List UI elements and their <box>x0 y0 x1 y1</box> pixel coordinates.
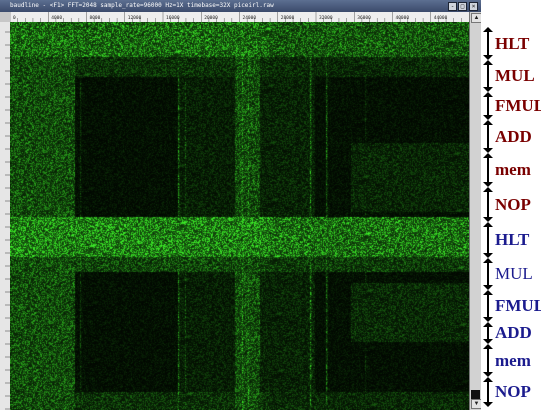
instruction-label-mul: MUL <box>495 264 533 283</box>
double-arrow-icon <box>483 322 493 344</box>
ruler-tick-label: 8000 <box>90 15 101 21</box>
double-arrow-icon <box>483 92 493 120</box>
double-arrow-icon <box>483 222 493 258</box>
maximize-button[interactable]: □ <box>458 2 467 11</box>
double-arrow-icon <box>483 258 493 290</box>
double-arrow-icon <box>483 187 493 222</box>
double-arrow-icon <box>483 153 493 187</box>
close-button[interactable]: × <box>469 2 478 11</box>
double-arrow-icon <box>483 27 493 60</box>
instruction-label-mul: MUL <box>495 66 535 85</box>
instruction-label-add: ADD <box>495 126 532 146</box>
instruction-label-mem: mem <box>495 160 531 179</box>
double-arrow-icon <box>483 60 493 92</box>
ruler-tick-label: 0 <box>13 15 16 21</box>
instruction-label-nop: NOP <box>495 382 531 401</box>
window-title: baudline - <F1> FFT=2048 sample_rate=960… <box>10 2 274 9</box>
instruction-label-hlt: HLT <box>495 33 530 53</box>
instruction-label-nop: NOP <box>495 194 531 214</box>
ruler-tick-label: 28000 <box>281 15 295 21</box>
spectrogram-window: baudline - <F1> FFT=2048 sample_rate=960… <box>0 0 482 410</box>
ruler-tick-label: 20000 <box>204 15 218 21</box>
instruction-label-mem: mem <box>495 350 531 370</box>
ruler-tick-label: 4000 <box>51 15 62 21</box>
double-arrow-icon <box>483 377 493 407</box>
ruler-tick-label: 40000 <box>396 15 410 21</box>
double-arrow-icon <box>483 290 493 322</box>
ruler-tick-label: 12000 <box>128 15 142 21</box>
ruler-tick-label: 16000 <box>166 15 180 21</box>
ruler-tick-label: 44000 <box>434 15 448 21</box>
double-arrow-icon <box>483 344 493 377</box>
title-bar[interactable]: baudline - <F1> FFT=2048 sample_rate=960… <box>0 0 481 12</box>
double-arrow-icon <box>483 120 493 153</box>
instruction-label-add: ADD <box>495 323 532 342</box>
ruler-tick-label: 24000 <box>243 15 257 21</box>
instruction-label-fmul: FMUL <box>495 96 541 115</box>
instruction-label-column: HLT MUL FMUL ADD mem NOP HLT MUL FMUL ADD mem NOP <box>481 0 541 410</box>
instruction-label-hlt: HLT <box>495 230 530 249</box>
minimize-button[interactable]: - <box>448 2 457 11</box>
ruler-tick-label: 36000 <box>357 15 371 21</box>
spectrogram-display[interactable] <box>10 22 469 410</box>
ruler-tick-label: 32000 <box>319 15 333 21</box>
instruction-label-fmul: FMUL <box>495 296 541 315</box>
